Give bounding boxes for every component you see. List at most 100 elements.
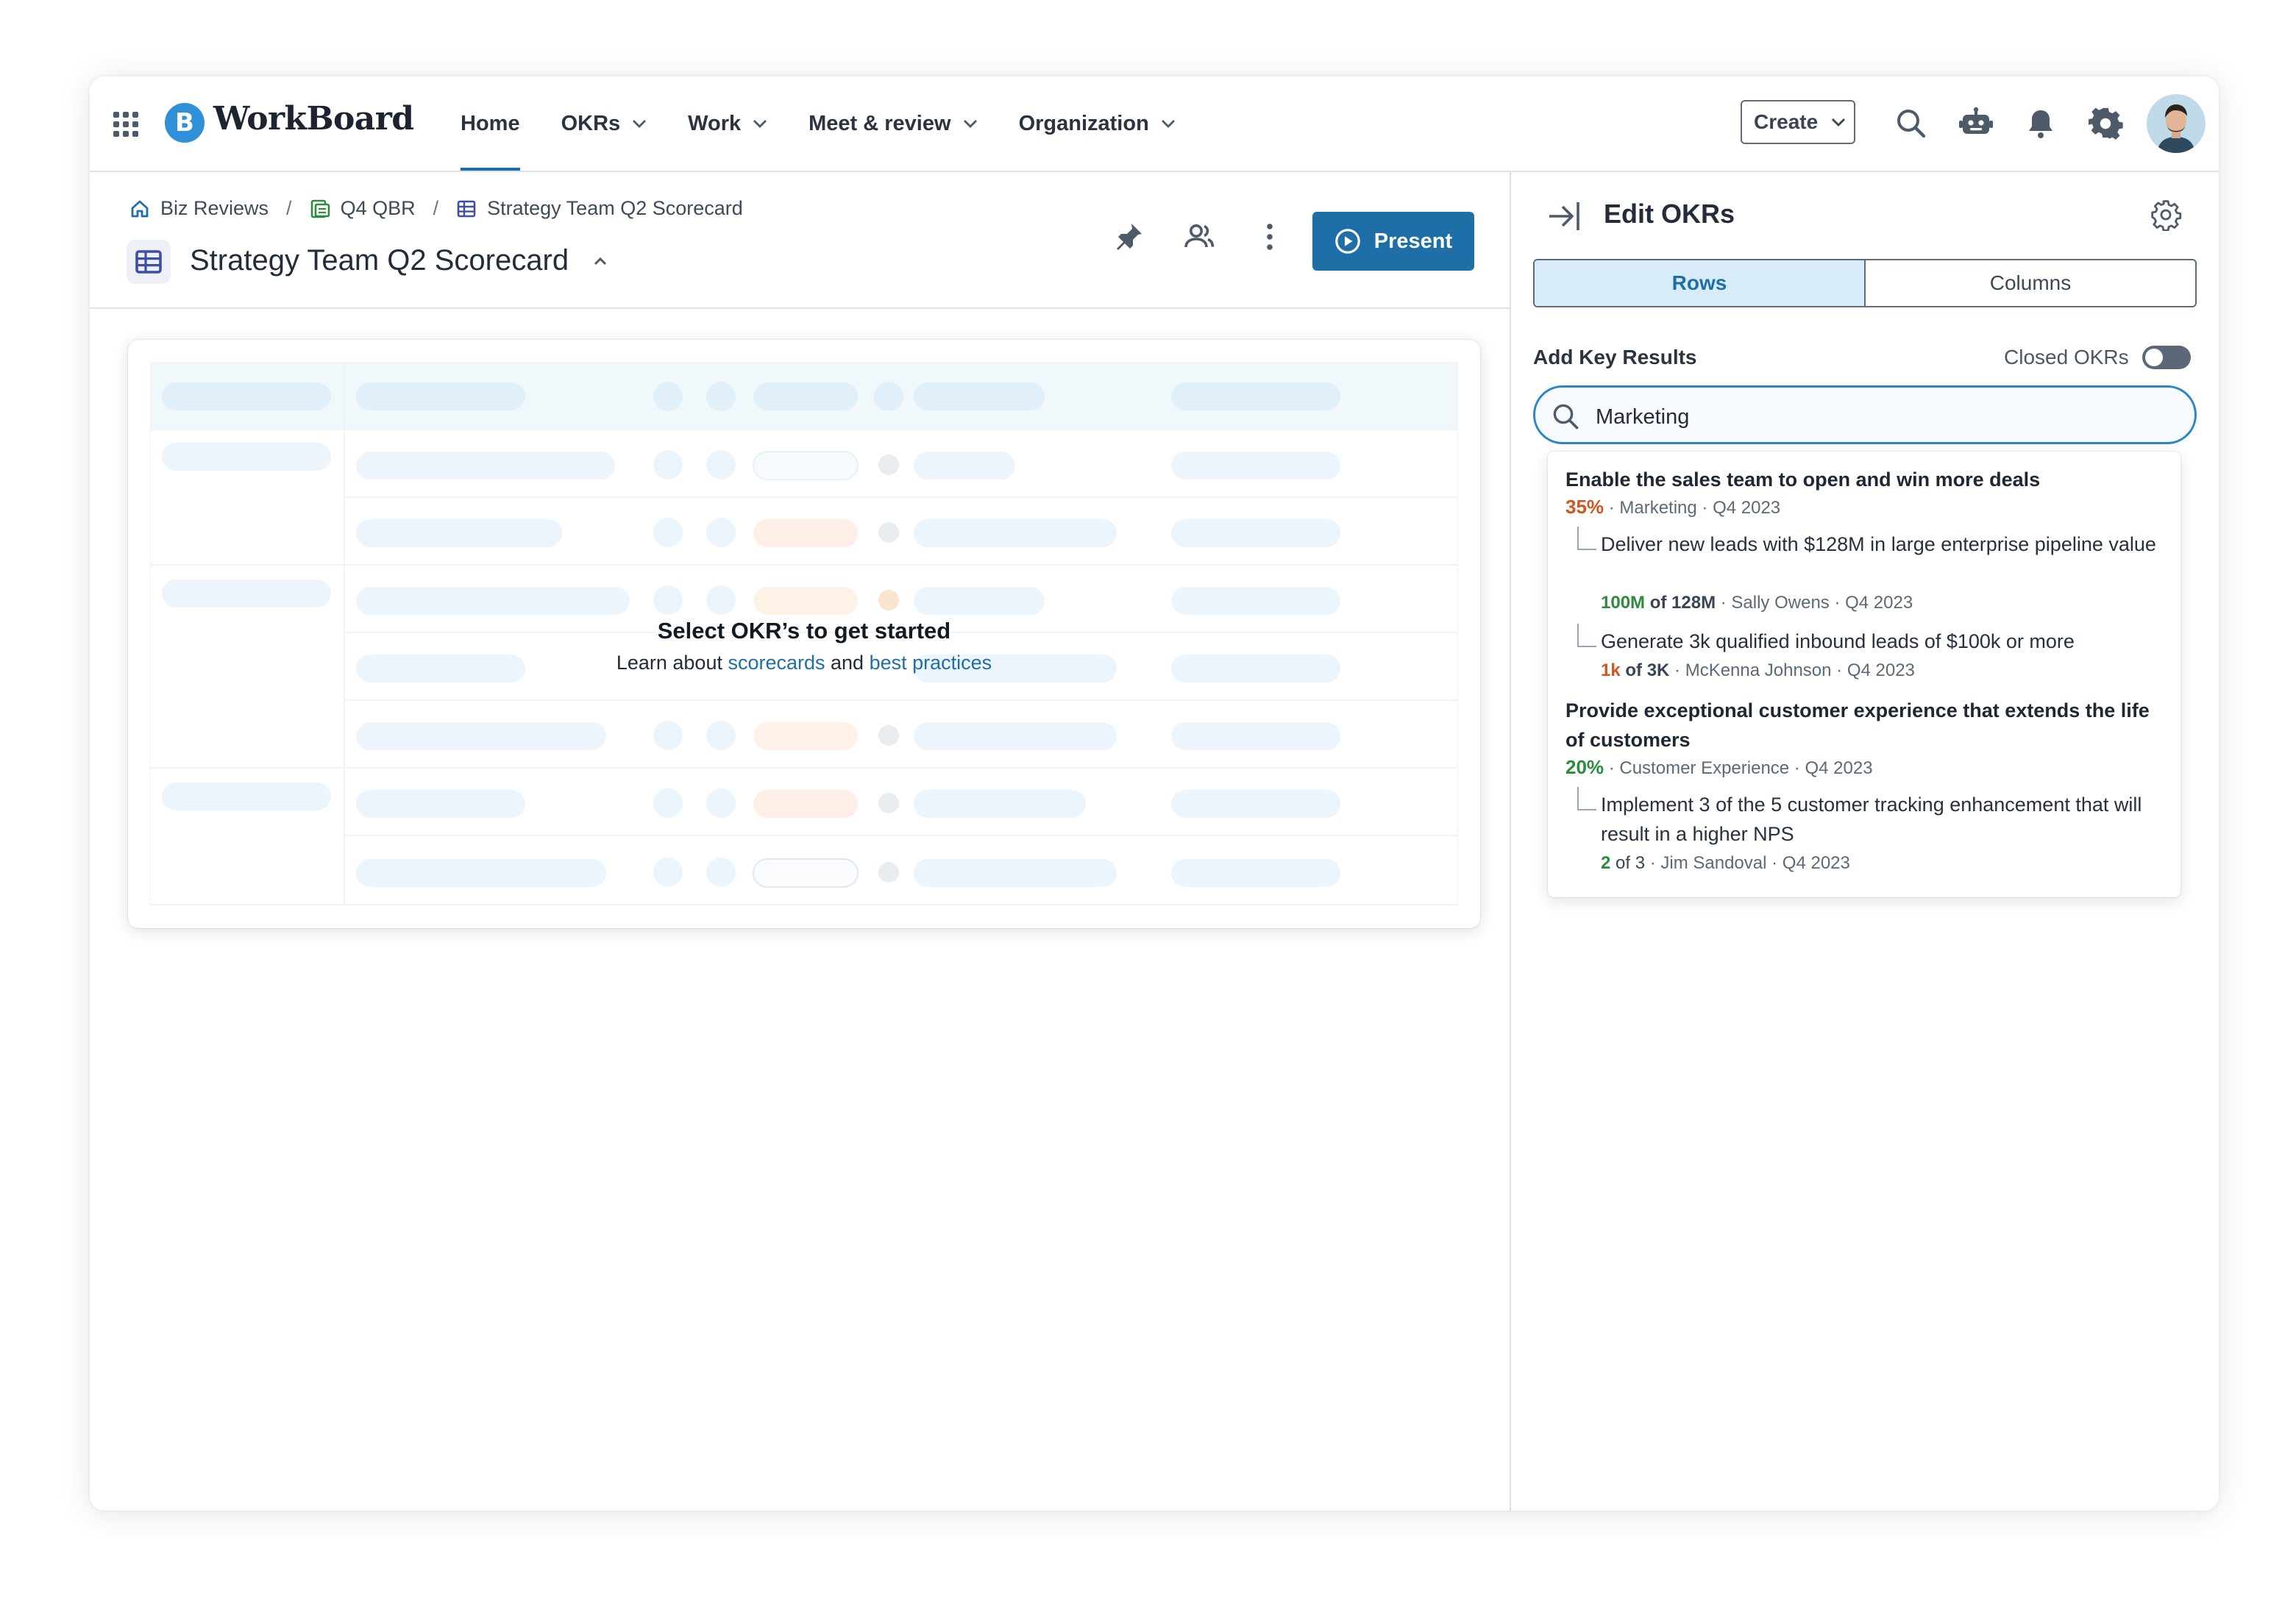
search-icon — [1553, 404, 1579, 429]
key-result-current: 1k — [1601, 660, 1621, 680]
key-result-owner: Sally Owens — [1731, 593, 1830, 613]
present-button-label: Present — [1373, 229, 1453, 253]
breadcrumb-biz-reviews[interactable]: Biz Reviews — [129, 197, 269, 220]
nav-organization[interactable]: Organization — [1019, 76, 1176, 171]
play-circle-icon — [1334, 229, 1360, 254]
breadcrumb-label: Strategy Team Q2 Scorecard — [487, 197, 743, 219]
breadcrumb: Biz Reviews / Q4 QBR / Strategy Team Q2 … — [129, 197, 743, 220]
main-nav: Home OKRs Work Meet & review Organizatio… — [461, 76, 1217, 171]
panel-title: Edit OKRs — [1604, 199, 1735, 229]
key-result-meta: 1k of 3K · McKenna Johnson · Q4 2023 — [1601, 660, 1915, 680]
key-result-meta: 100M of 128M · Sally Owens · Q4 2023 — [1601, 593, 1913, 613]
scorecard-empty-card: Select OKR’s to get started Learn about … — [128, 340, 1480, 928]
objective-team: Marketing — [1619, 498, 1697, 518]
key-result-target: of 3K — [1625, 660, 1670, 680]
objective-period: Q4 2023 — [1713, 498, 1781, 518]
table-icon — [457, 200, 476, 217]
key-result-title[interactable]: Generate 3k qualified inbound leads of $… — [1601, 627, 2160, 656]
collapse-panel-icon[interactable] — [1546, 200, 1582, 232]
key-result-period: Q4 2023 — [1845, 593, 1913, 613]
assistant-bot-icon[interactable] — [1958, 106, 1994, 141]
nav-home[interactable]: Home — [461, 76, 521, 171]
okr-search-box — [1533, 385, 2197, 444]
chevron-down-icon — [753, 120, 767, 128]
nav-work[interactable]: Work — [688, 76, 767, 171]
nav-home-label: Home — [461, 111, 520, 135]
report-icon — [310, 199, 330, 218]
header-divider — [90, 307, 1510, 309]
chevron-down-icon — [1832, 118, 1846, 126]
objective-period: Q4 2023 — [1805, 758, 1873, 778]
nav-okrs-label: OKRs — [561, 111, 621, 135]
more-options-icon[interactable] — [1254, 221, 1286, 253]
add-key-results-label: Add Key Results — [1533, 346, 1697, 368]
chevron-up-icon[interactable] — [593, 256, 608, 266]
breadcrumb-label: Biz Reviews — [160, 197, 269, 219]
tab-columns[interactable]: Columns — [1866, 260, 2195, 306]
closed-okrs-label: Closed OKRs — [2004, 346, 2129, 368]
breadcrumb-q4-qbr[interactable]: Q4 QBR — [310, 197, 416, 220]
top-bar: B WorkBoard Home OKRs Work Meet & review… — [90, 76, 2219, 172]
empty-state-subtitle: Learn about scorecards and best practice… — [128, 652, 1480, 674]
closed-okrs-toggle[interactable] — [2142, 346, 2191, 369]
key-result-target: of 128M — [1649, 593, 1716, 613]
breadcrumb-separator: / — [286, 197, 292, 219]
key-result-meta: 2 of 3 · Jim Sandoval · Q4 2023 — [1601, 853, 1850, 873]
user-avatar-image — [2147, 94, 2206, 153]
search-icon[interactable] — [1894, 106, 1929, 141]
key-result-title[interactable]: Deliver new leads with $128M in large en… — [1601, 530, 2160, 559]
objective-meta: 35% · Marketing · Q4 2023 — [1565, 496, 1781, 518]
create-button-label: Create — [1754, 110, 1819, 133]
share-people-icon[interactable] — [1183, 221, 1215, 253]
chevron-down-icon — [1161, 120, 1175, 128]
empty-state-title: Select OKR’s to get started — [657, 618, 951, 644]
pin-icon[interactable] — [1112, 221, 1145, 253]
objective-progress: 35% — [1565, 496, 1604, 518]
user-avatar[interactable] — [2147, 94, 2206, 153]
tree-connector — [1577, 787, 1596, 810]
key-result-current: 100M — [1601, 593, 1646, 613]
best-practices-link[interactable]: best practices — [870, 652, 992, 674]
workboard-logo-text[interactable]: WorkBoard — [213, 100, 414, 138]
app-window: B WorkBoard Home OKRs Work Meet & review… — [90, 76, 2219, 1511]
search-results-dropdown: Enable the sales team to open and win mo… — [1548, 452, 2181, 897]
empty-state-text: Learn about — [616, 652, 728, 674]
scorecard-table-icon — [127, 240, 171, 284]
nav-okrs[interactable]: OKRs — [561, 76, 647, 171]
objective-title[interactable]: Enable the sales team to open and win mo… — [1565, 465, 2169, 494]
nav-meet-review-label: Meet & review — [808, 111, 951, 135]
main-content: Biz Reviews / Q4 QBR / Strategy Team Q2 … — [90, 172, 1510, 1511]
settings-gear-icon[interactable] — [2088, 106, 2123, 141]
key-result-title[interactable]: Implement 3 of the 5 customer tracking e… — [1601, 790, 2160, 849]
breadcrumb-scorecard[interactable]: Strategy Team Q2 Scorecard — [456, 197, 743, 220]
nav-work-label: Work — [688, 111, 742, 135]
create-button[interactable]: Create — [1741, 100, 1855, 144]
key-result-current: 2 — [1601, 853, 1611, 873]
objective-meta: 20% · Customer Experience · Q4 2023 — [1565, 756, 1873, 778]
scorecards-link[interactable]: scorecards — [728, 652, 825, 674]
breadcrumb-label: Q4 QBR — [340, 197, 416, 219]
empty-state-text: and — [825, 652, 870, 674]
key-result-period: Q4 2023 — [1782, 853, 1850, 873]
edit-okrs-panel: Edit OKRs Rows Columns Add Key Results C… — [1510, 172, 2219, 1511]
key-result-owner: Jim Sandoval — [1660, 853, 1767, 873]
app-launcher-icon[interactable] — [113, 112, 138, 137]
objective-title[interactable]: Provide exceptional customer experience … — [1565, 696, 2169, 755]
objective-team: Customer Experience — [1619, 758, 1790, 778]
tab-rows[interactable]: Rows — [1535, 260, 1866, 306]
chevron-down-icon — [633, 120, 647, 128]
bell-icon[interactable] — [2023, 106, 2058, 141]
nav-organization-label: Organization — [1018, 111, 1149, 135]
panel-settings-gear-icon[interactable] — [2150, 199, 2182, 231]
tree-connector — [1577, 624, 1596, 647]
page-title: Strategy Team Q2 Scorecard — [190, 244, 569, 277]
okr-search-input[interactable] — [1593, 401, 2172, 433]
present-button[interactable]: Present — [1312, 212, 1474, 271]
chevron-down-icon — [963, 120, 977, 128]
home-icon — [131, 200, 149, 217]
tree-connector — [1577, 527, 1596, 550]
nav-meet-review[interactable]: Meet & review — [808, 76, 977, 171]
workboard-logo-icon[interactable]: B — [165, 103, 205, 143]
key-result-period: Q4 2023 — [1847, 660, 1915, 680]
objective-progress: 20% — [1565, 756, 1604, 778]
